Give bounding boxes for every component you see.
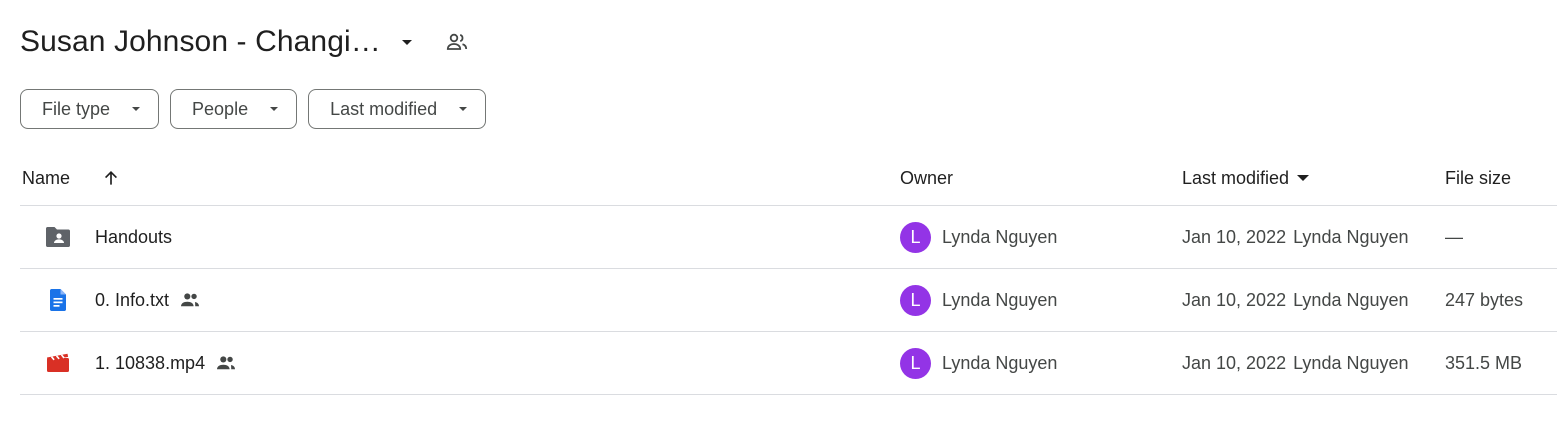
modified-date: Jan 10, 2022 bbox=[1182, 352, 1287, 373]
file-name-label: 1. 10838.mp4 bbox=[95, 352, 206, 373]
chip-label: People bbox=[192, 98, 249, 119]
table-row[interactable]: 1. 10838.mp4 L Lynda Nguyen Jan 10, 2022… bbox=[20, 332, 1557, 395]
folder-title[interactable]: Susan Johnson - Changi… bbox=[20, 25, 381, 59]
file-size: 351.5 MB bbox=[1445, 352, 1523, 373]
chevron-down-icon bbox=[266, 101, 282, 117]
column-header-last-modified[interactable]: Last modified bbox=[1182, 151, 1311, 205]
arrow-drop-down-icon bbox=[1295, 170, 1311, 186]
modified-by: Lynda Nguyen bbox=[1293, 289, 1409, 310]
last-modified-filter[interactable]: Last modified bbox=[308, 89, 487, 129]
column-header-name[interactable]: Name bbox=[22, 151, 70, 205]
modified-cell: Jan 10, 2022 Lynda Nguyen bbox=[1182, 269, 1409, 331]
file-name[interactable]: Handouts bbox=[95, 206, 172, 268]
owner-name: Lynda Nguyen bbox=[942, 226, 1058, 247]
table-row[interactable]: 0. Info.txt L Lynda Nguyen Jan 10, 2022 … bbox=[20, 269, 1557, 332]
table-row[interactable]: Handouts L Lynda Nguyen Jan 10, 2022 Lyn… bbox=[20, 206, 1557, 269]
arrow-upward-icon[interactable] bbox=[100, 151, 122, 205]
file-name[interactable]: 1. 10838.mp4 bbox=[95, 332, 237, 394]
document-icon bbox=[44, 269, 72, 331]
chip-label: File type bbox=[42, 98, 111, 119]
people-icon bbox=[179, 291, 201, 309]
modified-cell: Jan 10, 2022 Lynda Nguyen bbox=[1182, 206, 1409, 268]
owner-name: Lynda Nguyen bbox=[942, 289, 1058, 310]
column-header-owner: Owner bbox=[900, 167, 954, 188]
file-name-label: 0. Info.txt bbox=[95, 289, 170, 310]
owner-cell: L Lynda Nguyen bbox=[900, 332, 1057, 394]
owner-name: Lynda Nguyen bbox=[942, 352, 1058, 373]
file-name[interactable]: 0. Info.txt bbox=[95, 269, 201, 331]
people-icon[interactable] bbox=[445, 30, 469, 54]
people-icon bbox=[215, 354, 237, 372]
video-icon bbox=[44, 332, 72, 394]
file-size: — bbox=[1445, 226, 1463, 247]
people-filter[interactable]: People bbox=[170, 89, 298, 129]
chevron-down-icon bbox=[455, 101, 471, 117]
drive-folder-view: Susan Johnson - Changi… File type People bbox=[0, 0, 1557, 422]
avatar: L bbox=[900, 284, 931, 316]
chip-label: Last modified bbox=[330, 98, 438, 119]
owner-cell: L Lynda Nguyen bbox=[900, 269, 1057, 331]
avatar: L bbox=[900, 221, 931, 253]
filter-chips: File type People Last modified bbox=[20, 89, 487, 129]
folder-header: Susan Johnson - Changi… bbox=[20, 18, 469, 66]
file-size: 247 bytes bbox=[1445, 289, 1524, 310]
table-header: Name Owner Last modified File size bbox=[20, 151, 1557, 206]
arrow-drop-down-icon[interactable] bbox=[395, 30, 419, 54]
owner-cell: L Lynda Nguyen bbox=[900, 206, 1057, 268]
chevron-down-icon bbox=[128, 101, 144, 117]
modified-cell: Jan 10, 2022 Lynda Nguyen bbox=[1182, 332, 1409, 394]
modified-by: Lynda Nguyen bbox=[1293, 352, 1409, 373]
file-type-filter[interactable]: File type bbox=[20, 89, 160, 129]
column-header-label: Last modified bbox=[1182, 167, 1290, 188]
file-name-label: Handouts bbox=[95, 226, 173, 247]
shared-folder-icon bbox=[44, 206, 72, 268]
modified-by: Lynda Nguyen bbox=[1293, 226, 1409, 247]
avatar: L bbox=[900, 347, 931, 379]
column-header-file-size: File size bbox=[1445, 167, 1512, 188]
modified-date: Jan 10, 2022 bbox=[1182, 226, 1287, 247]
modified-date: Jan 10, 2022 bbox=[1182, 289, 1287, 310]
